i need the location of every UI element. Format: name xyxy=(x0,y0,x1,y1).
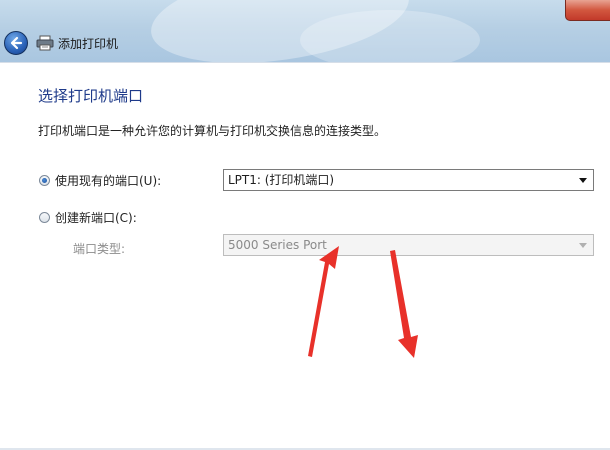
existing-port-label[interactable]: 使用现有的端口(U): xyxy=(55,172,161,189)
titlebar-glass-highlight-2 xyxy=(300,10,480,62)
existing-port-select-value: LPT1: (打印机端口) xyxy=(228,173,335,187)
printer-icon xyxy=(36,35,54,51)
chevron-down-icon xyxy=(579,178,587,183)
existing-port-radio[interactable] xyxy=(39,175,50,186)
back-arrow-icon xyxy=(10,36,23,50)
window-titlebar: 添加打印机 xyxy=(0,0,610,62)
port-type-label: 端口类型: xyxy=(73,242,126,256)
page-description: 打印机端口是一种允许您的计算机与打印机交换信息的连接类型。 xyxy=(38,124,387,138)
window-title: 添加打印机 xyxy=(58,37,119,51)
back-button[interactable] xyxy=(4,31,28,55)
existing-port-select[interactable]: LPT1: (打印机端口) xyxy=(223,169,594,191)
port-type-select-value: 5000 Series Port xyxy=(228,238,327,252)
page-heading: 选择打印机端口 xyxy=(38,87,144,105)
close-button[interactable] xyxy=(565,0,610,21)
new-port-label[interactable]: 创建新端口(C): xyxy=(55,209,137,226)
new-port-radio[interactable] xyxy=(39,212,50,223)
port-type-select: 5000 Series Port xyxy=(223,234,594,256)
chevron-down-icon xyxy=(579,243,587,248)
